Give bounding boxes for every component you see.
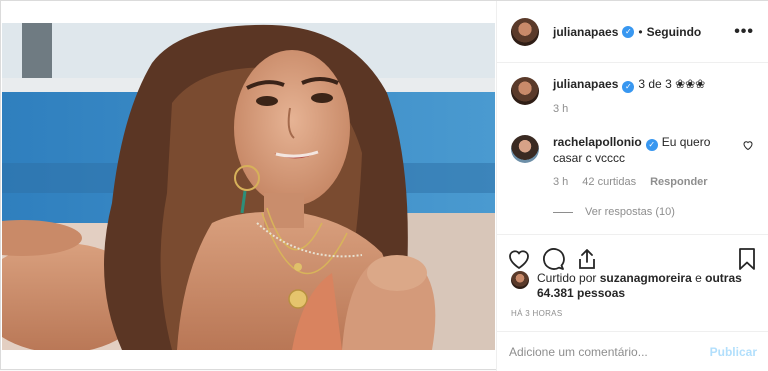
commenter-avatar[interactable] (511, 135, 539, 163)
verified-badge-icon: ✓ (622, 81, 635, 93)
liker-username[interactable]: suzanagmoreira (600, 271, 692, 285)
verified-badge-icon: ✓ (622, 25, 635, 38)
comment-heart-icon[interactable] (742, 139, 754, 151)
likes-prefix: Curtido por (537, 271, 597, 285)
view-replies-link[interactable]: Ver respostas (10) (553, 206, 754, 218)
instagram-post: julianapaes ✓ • Seguindo ••• julianapaes… (0, 0, 768, 371)
caption-username[interactable]: julianapaes (553, 77, 618, 91)
bookmark-icon[interactable] (735, 247, 759, 271)
following-button[interactable]: Seguindo (647, 25, 702, 39)
publish-button[interactable]: Publicar (710, 345, 757, 359)
verified-badge-icon: ✓ (645, 139, 658, 151)
share-icon[interactable] (575, 247, 599, 271)
comment-likes[interactable]: 42 curtidas (582, 176, 636, 188)
comment-row: rachelapollonio ✓ Eu quero casar c vcccc 3… (511, 135, 754, 188)
comment-icon[interactable] (541, 247, 565, 271)
caption-avatar[interactable] (511, 77, 539, 105)
heart-icon[interactable] (507, 247, 531, 271)
caption-row: julianapaes ✓ 3 de 3 ❀❀❀ 3 h (511, 77, 754, 115)
portrait-image (2, 23, 495, 350)
comment-time[interactable]: 3 h (553, 176, 568, 188)
author-username[interactable]: julianapaes (553, 25, 618, 39)
post-header: julianapaes ✓ • Seguindo ••• (497, 1, 768, 63)
comments-section: julianapaes ✓ 3 de 3 ❀❀❀ 3 h rachelapollon… (497, 63, 768, 233)
action-bar (497, 234, 768, 274)
likes-summary: Curtido por suzanagmoreira e outras 64.3… (511, 271, 761, 301)
add-comment-bar: Publicar (497, 331, 768, 371)
commenter-username[interactable]: rachelapollonio (553, 135, 642, 149)
header-text: julianapaes ✓ • Seguindo (553, 25, 734, 39)
caption-text: 3 de 3 ❀❀❀ (638, 77, 706, 91)
caption-time[interactable]: 3 h (553, 103, 568, 115)
likes-conj: e (695, 271, 702, 285)
replies-divider (553, 211, 573, 213)
separator-dot: • (638, 24, 643, 39)
comment-input[interactable] (509, 344, 710, 359)
more-options-icon[interactable]: ••• (734, 23, 754, 41)
author-avatar[interactable] (511, 17, 539, 46)
reply-button[interactable]: Responder (650, 176, 707, 188)
post-sidebar: julianapaes ✓ • Seguindo ••• julianapaes… (496, 1, 768, 371)
liker-avatar[interactable] (511, 271, 529, 289)
post-timestamp[interactable]: HÁ 3 HORAS (511, 309, 562, 318)
view-replies-label: Ver respostas (10) (585, 206, 675, 218)
post-photo[interactable] (2, 23, 495, 350)
